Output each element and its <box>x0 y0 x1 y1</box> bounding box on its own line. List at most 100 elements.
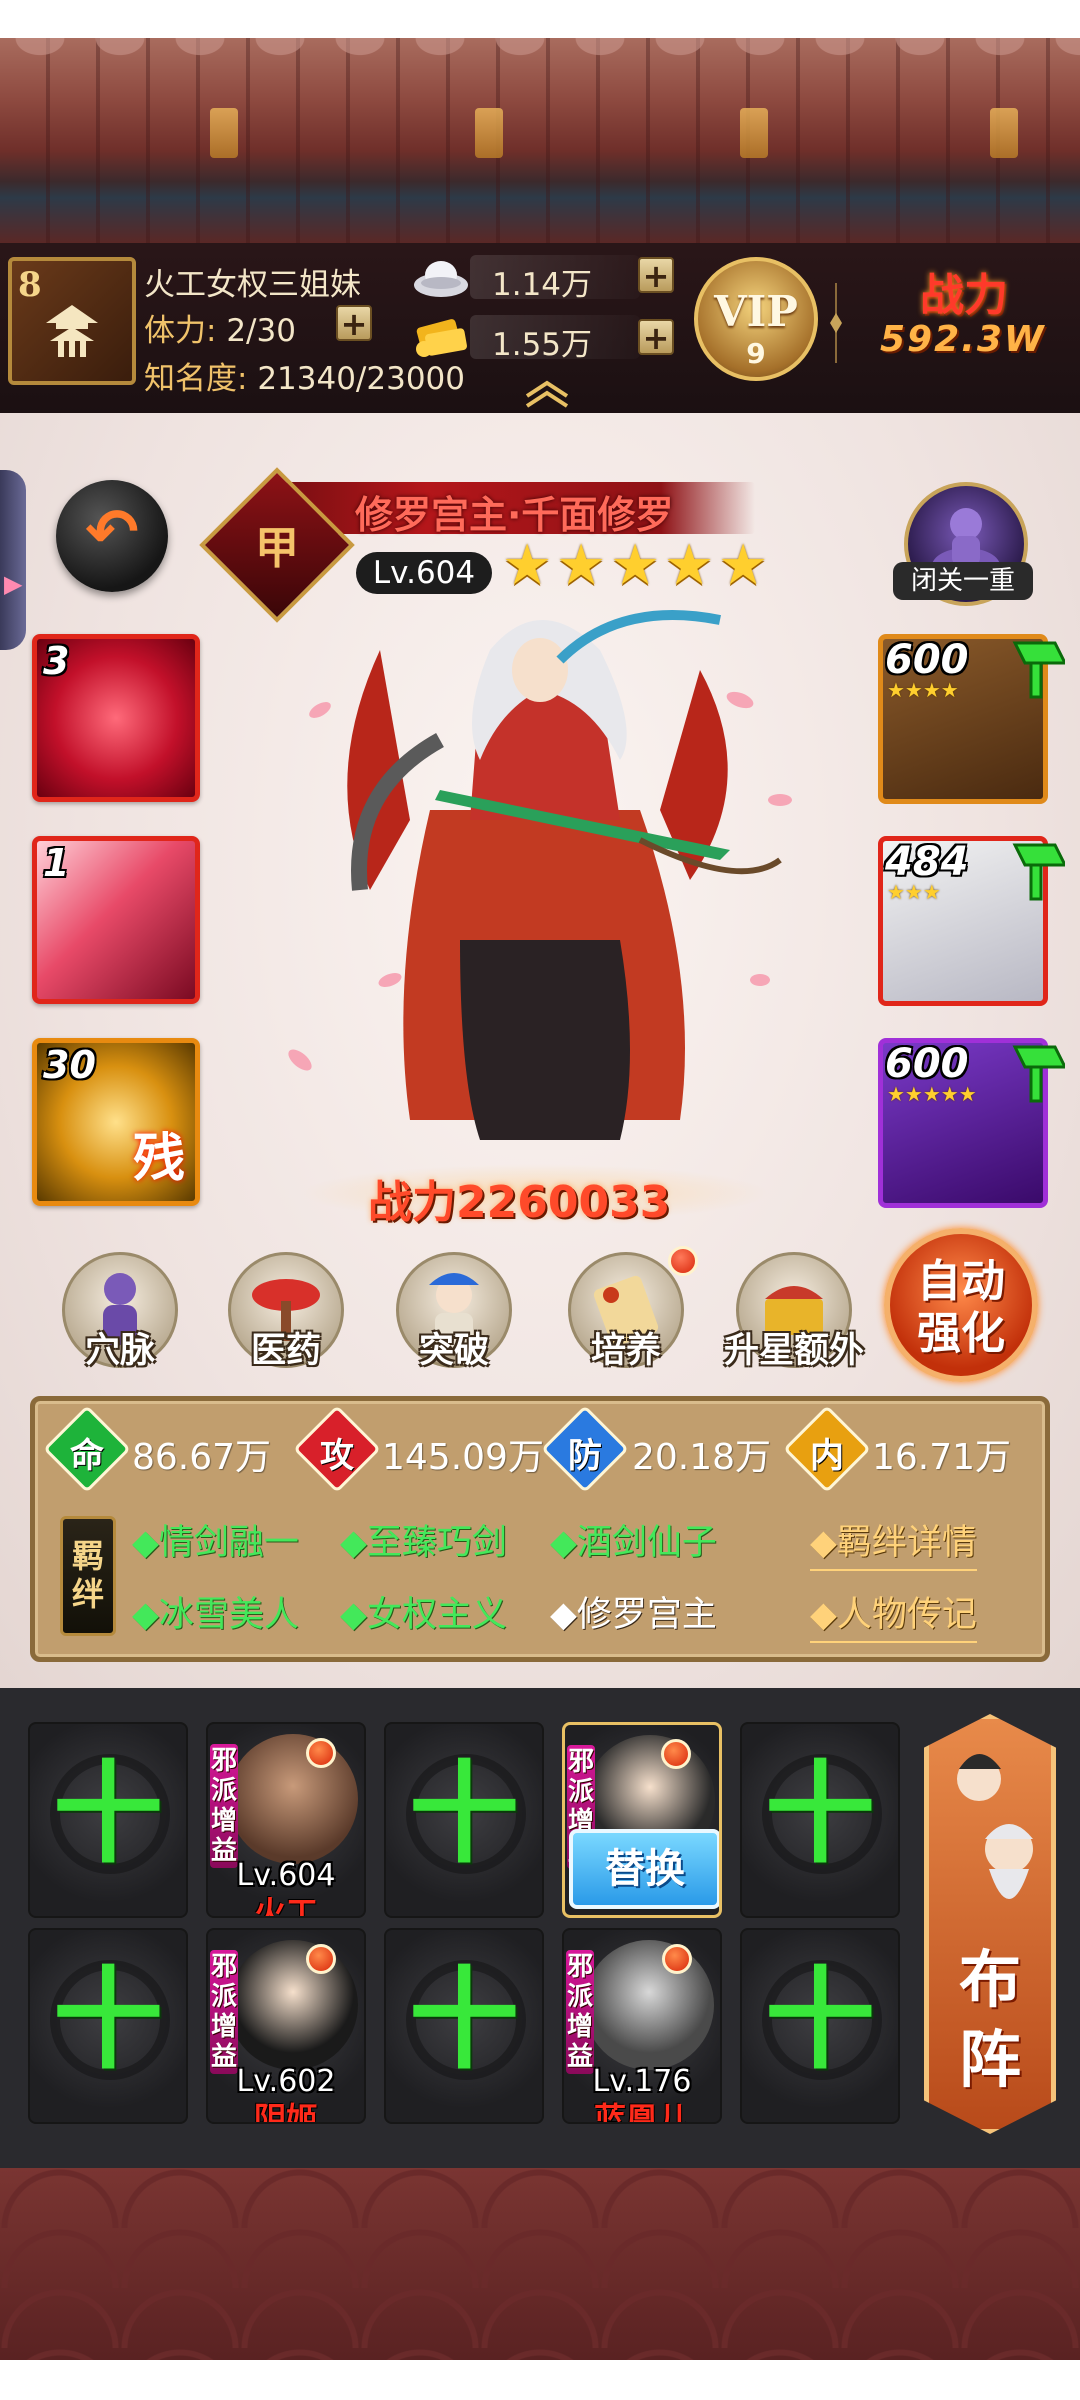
star-up-extra-label: 升星额外 <box>723 1331 864 1371</box>
stamina-label: 体力: <box>144 313 217 349</box>
skill-slot[interactable]: 3 <box>32 634 200 802</box>
back-button[interactable]: ↶ <box>56 480 168 592</box>
total-power: 战力 592.3W <box>870 259 1070 389</box>
roof-tiles <box>0 38 1080 108</box>
player-rank-number: 8 <box>18 265 42 305</box>
silver-plus-button[interactable]: + <box>638 257 674 293</box>
pavilion-icon <box>46 305 98 357</box>
side-drawer-tab[interactable] <box>0 470 26 650</box>
skill-count: 1 <box>43 841 70 885</box>
equipment-stars: ★★★★ <box>887 678 959 702</box>
skill-count: 3 <box>43 639 70 683</box>
lantern-decoration <box>210 108 238 158</box>
lineup-slot-hero[interactable]: 邪派增益 Lv.176 蓝凰儿 <box>562 1928 722 2124</box>
defense-value: 20.18万 <box>632 1437 772 1478</box>
stamina-value: 2/30 <box>226 313 296 349</box>
equipment-stars: ★★★★★ <box>887 1082 977 1106</box>
add-hero-icon: 十 <box>53 1956 163 2084</box>
medicine-label: 医药 <box>250 1331 321 1371</box>
attack-value: 145.09万 <box>382 1437 544 1478</box>
evil-faction-tag: 邪派增益 <box>210 1950 238 2074</box>
auto-enhance-line1: 自动 <box>917 1256 1005 1307</box>
equipment-level: 600 <box>885 637 969 683</box>
inner-power-value: 16.71万 <box>872 1437 1012 1478</box>
auto-enhance-text: 自动 强化 <box>890 1256 1032 1360</box>
power-value: 592.3W <box>880 319 1046 360</box>
lineup-slot-empty[interactable]: 十 <box>28 1722 188 1918</box>
hero-portrait[interactable] <box>260 560 820 1160</box>
player-header: 8 火工女权三姐妹 体力: 2/30 + 知名度: 21340/23000 1.… <box>0 243 1080 413</box>
bottom-roof-banner <box>0 2168 1080 2360</box>
auto-enhance-button[interactable]: 自动 强化 <box>884 1228 1038 1382</box>
slot-name: 阴姬 <box>253 2100 318 2124</box>
add-hero-icon: 十 <box>765 1750 875 1878</box>
bond-item: ◆女权主义 <box>340 1595 507 1635</box>
hero-power: 战力2260033 <box>368 1166 670 1230</box>
cultivate-label: 培养 <box>590 1331 661 1371</box>
hero-name: 修罗宫主·千面修罗 <box>355 493 674 537</box>
lineup-slot-empty[interactable]: 十 <box>384 1722 544 1918</box>
skill-slot[interactable]: 1 <box>32 836 200 1004</box>
bond-detail-link[interactable]: ◆羁绊详情 <box>810 1514 977 1571</box>
swap-button[interactable]: 替换 <box>569 1829 719 1909</box>
lineup-slot-current[interactable]: 邪派增益 替换 <box>562 1722 722 1918</box>
stamina-plus-button[interactable]: + <box>336 305 372 341</box>
power-label: 战力 <box>920 270 1008 321</box>
chevron-up-icon[interactable] <box>522 378 572 408</box>
lineup-slot-empty[interactable]: 十 <box>740 1722 900 1918</box>
lineup-slot-empty[interactable]: 十 <box>384 1928 544 2124</box>
add-hero-icon: 十 <box>409 1956 519 2084</box>
bond-item: ◆修罗宫主 <box>550 1595 717 1635</box>
lantern-decoration <box>990 108 1018 158</box>
equipment-slot-accessory[interactable]: 600 ★★★★★ <box>878 1038 1065 1208</box>
biography-link[interactable]: ◆人物传记 <box>810 1586 977 1643</box>
stamina-row: 体力: 2/30 <box>144 305 296 350</box>
add-hero-icon: 十 <box>765 1956 875 2084</box>
formation-characters-art <box>957 1754 1033 1899</box>
defense-char: 防 <box>568 1436 602 1476</box>
fame-row: 知名度: 21340/23000 <box>144 353 465 398</box>
bond-item: ◆情剑融一 <box>132 1523 299 1563</box>
chevron-right-icon: ▶ <box>4 570 23 598</box>
add-hero-icon: 十 <box>53 1750 163 1878</box>
hero-avatar <box>584 1940 714 2070</box>
gold-ingot-icon <box>416 319 467 357</box>
inner-power-char: 内 <box>810 1436 844 1476</box>
lantern-decoration <box>740 108 768 158</box>
bond-item: ◆冰雪美人 <box>132 1595 299 1635</box>
lineup-slot-empty[interactable]: 十 <box>740 1928 900 2124</box>
gold-plus-button[interactable]: + <box>638 319 674 355</box>
skill-slot[interactable]: 30 残 <box>32 1038 200 1206</box>
vip-label: VIP <box>714 287 798 336</box>
hero-power-value: 2260033 <box>456 1177 671 1228</box>
lantern-decoration <box>475 108 503 158</box>
meditation-label: 闭关一重 <box>893 562 1033 600</box>
silver-ingot-icon <box>414 261 468 297</box>
roof-banner <box>0 38 1080 243</box>
hero-avatar <box>228 1734 358 1864</box>
lineup-slot-hero[interactable]: 邪派增益 Lv.602 阴姬 <box>206 1928 366 2124</box>
bond-item: ◆至臻巧剑 <box>340 1523 507 1563</box>
bond-tag: 羁绊 <box>60 1516 116 1636</box>
add-hero-icon: 十 <box>409 1750 519 1878</box>
hero-power-label: 战力 <box>368 1177 456 1228</box>
notification-dot <box>662 1944 692 1974</box>
acupoint-label: 穴脉 <box>84 1331 155 1371</box>
lineup-slot-empty[interactable]: 十 <box>28 1928 188 2124</box>
hp-value: 86.67万 <box>132 1437 272 1478</box>
attack-char: 攻 <box>320 1436 354 1476</box>
equipment-slot-weapon[interactable]: 600 ★★★★ <box>878 634 1065 804</box>
notification-dot <box>661 1739 691 1769</box>
fame-value: 21340/23000 <box>257 361 465 397</box>
equipment-slot-armor[interactable]: 484 ★★★ <box>878 836 1065 1006</box>
notification-dot <box>306 1738 336 1768</box>
lineup-slot-hero[interactable]: 邪派增益 Lv.604 火工 <box>206 1722 366 1918</box>
vip-badge[interactable]: VIP 9 <box>694 257 818 381</box>
equipment-level: 484 <box>885 839 969 885</box>
hammer-upgrade-icon <box>1012 1045 1065 1103</box>
player-avatar[interactable]: 8 <box>8 257 136 385</box>
silver-amount: 1.14万 <box>492 267 593 303</box>
gold-amount: 1.55万 <box>492 327 593 363</box>
evil-faction-tag: 邪派增益 <box>566 1950 594 2074</box>
evil-faction-tag: 邪派增益 <box>210 1744 238 1868</box>
